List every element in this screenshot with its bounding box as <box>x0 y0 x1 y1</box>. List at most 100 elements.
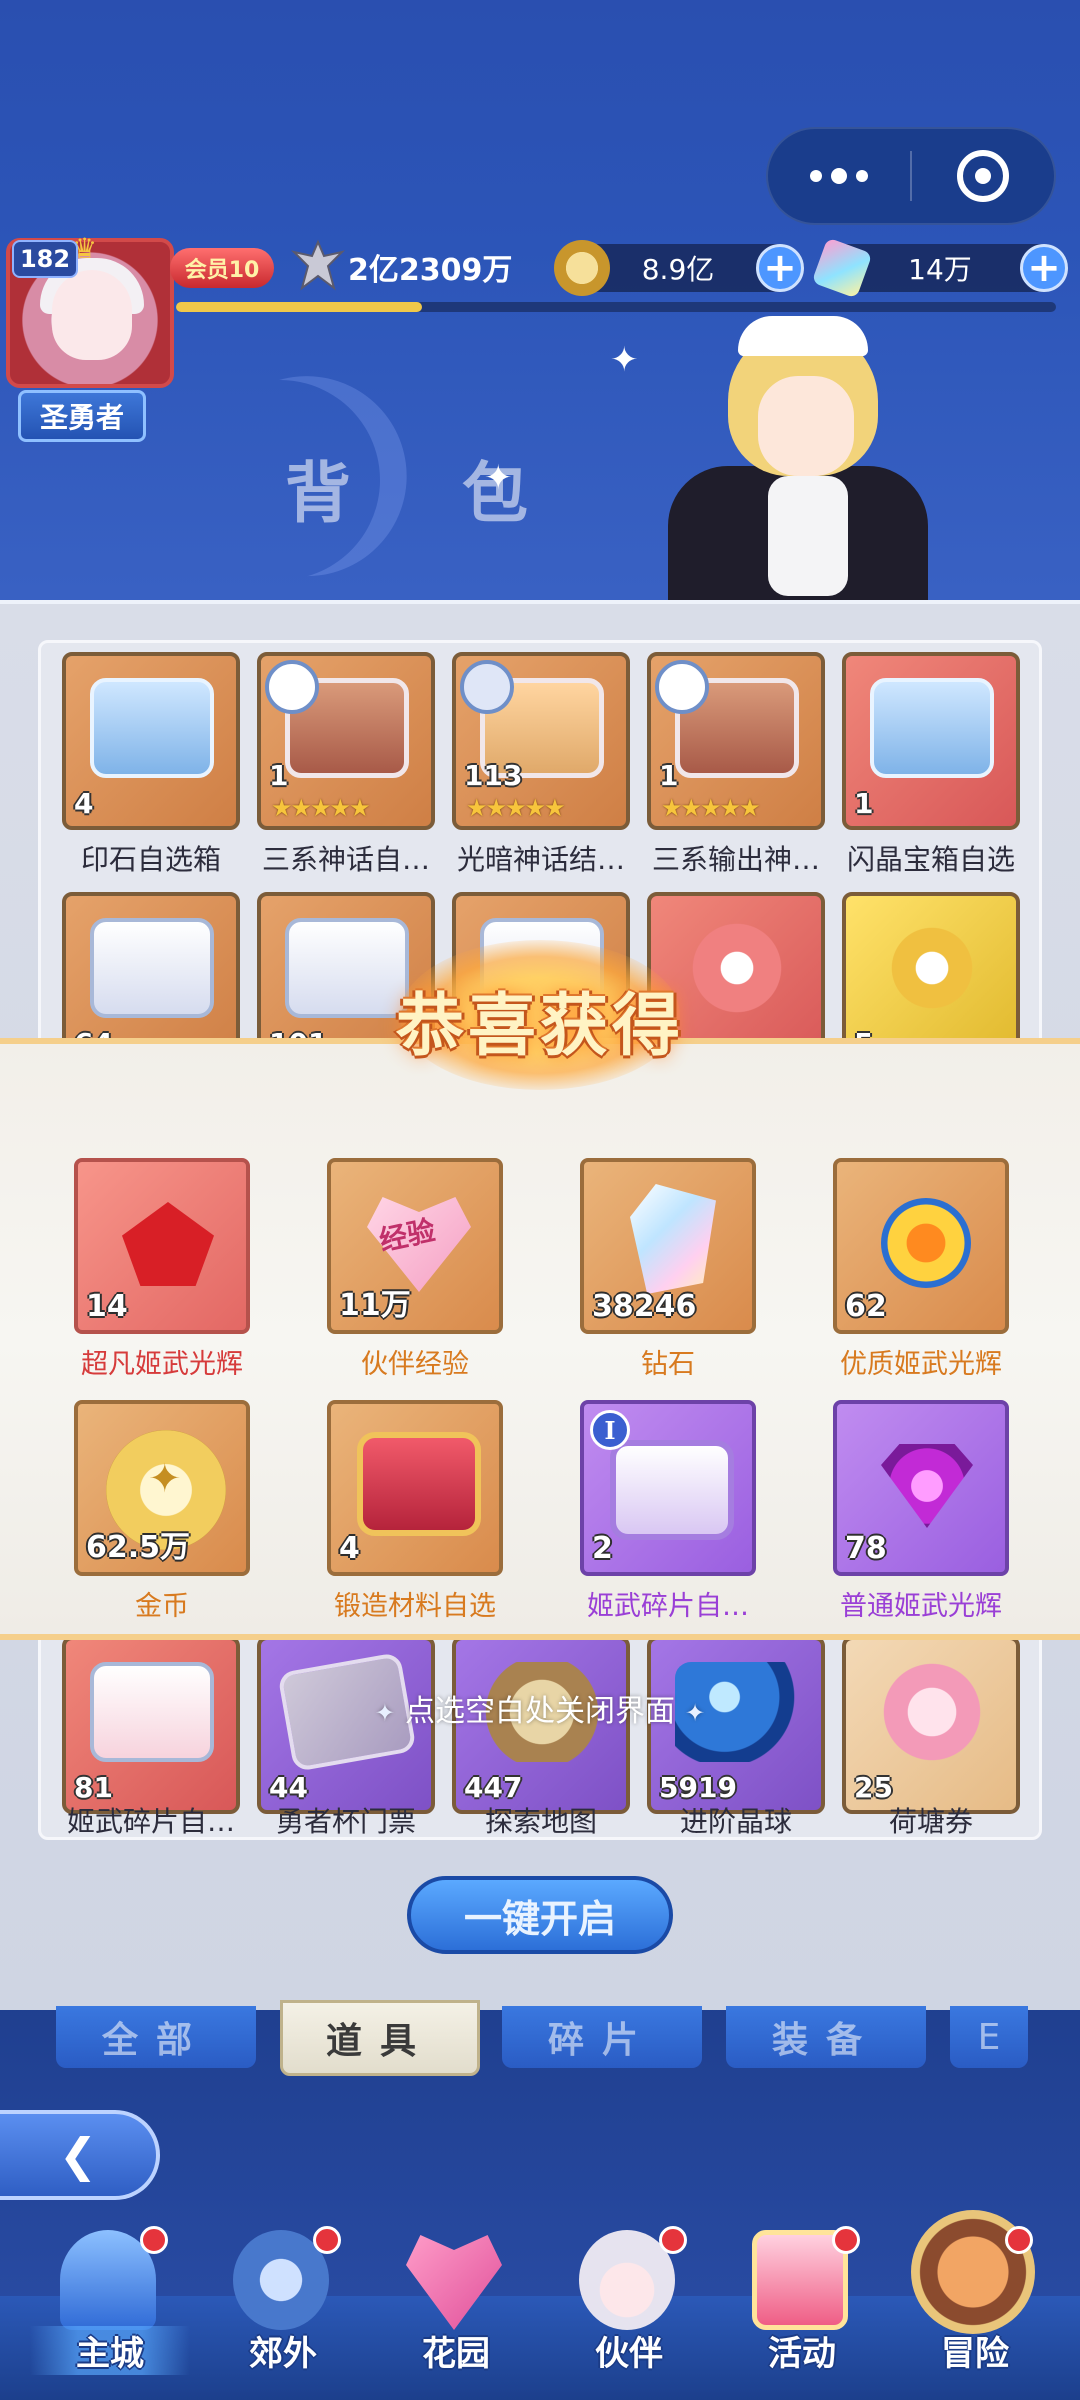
pattern-fragment-icon <box>870 918 994 1018</box>
avatar-face <box>52 270 132 360</box>
bag-item[interactable]: 4 <box>62 652 240 830</box>
bag-item[interactable]: 113 ★★★★★ <box>452 652 630 830</box>
reward-item[interactable]: 4 <box>327 1400 503 1576</box>
reward-label: 优质姬武光辉 <box>840 1349 1002 1380</box>
item-label: 三系神话自… <box>261 843 430 876</box>
reward-count: 11万 <box>339 1288 411 1323</box>
reward-label: 伙伴经验 <box>361 1349 469 1380</box>
tab-more[interactable]: E <box>950 2006 1028 2068</box>
player-title-tag[interactable]: 圣勇者 <box>18 390 146 442</box>
reward-item[interactable]: 62 <box>833 1158 1009 1334</box>
close-hint-text[interactable]: 点选空白处关闭界面 <box>290 1686 790 1730</box>
sparkle-icon: ✦ <box>484 458 513 498</box>
reward-label: 钻石 <box>641 1349 695 1380</box>
chest-icon <box>870 678 994 778</box>
target-icon <box>956 150 1009 202</box>
combat-power-icon <box>290 239 346 291</box>
reward-count: 38246 <box>592 1289 697 1324</box>
nav-partner[interactable]: 伙伴 <box>549 2226 699 2400</box>
element-badge-icon <box>655 660 709 714</box>
reward-label: 姬武碎片自… <box>587 1591 749 1622</box>
item-label: 三系输出神… <box>651 843 820 876</box>
reward-label: 锻造材料自选 <box>334 1591 496 1622</box>
more-menu-button[interactable] <box>768 129 910 223</box>
nav-label: 伙伴 <box>595 2334 663 2374</box>
reward-item[interactable]: 38246 <box>580 1158 756 1334</box>
item-label: 姬武碎片自… <box>66 1805 235 1838</box>
add-gem-button[interactable]: + <box>1020 244 1068 292</box>
chest-icon <box>90 678 214 778</box>
reward-item[interactable]: 14 <box>74 1158 250 1334</box>
item-count: 4 <box>74 787 94 820</box>
nav-label: 冒险 <box>941 2334 1009 2374</box>
bag-item[interactable]: 25 <box>842 1636 1020 1814</box>
reward-count: 62.5万 <box>86 1530 191 1565</box>
forge-chest-icon <box>357 1432 481 1536</box>
heart-garden-icon <box>406 2235 502 2330</box>
exp-progress-bar <box>176 302 1056 312</box>
nav-main-city[interactable]: 主城 <box>30 2226 190 2400</box>
reward-item[interactable]: 78 <box>833 1400 1009 1576</box>
gem-currency: 14万 + <box>811 237 1068 299</box>
star-rating: ★★★★★ <box>661 794 761 822</box>
item-label: 印石自选箱 <box>80 843 221 876</box>
nav-suburb[interactable]: 郊外 <box>203 2226 353 2400</box>
reward-item[interactable]: ✦ 62.5万 <box>74 1400 250 1576</box>
player-level: 182 <box>12 240 78 278</box>
bag-item[interactable]: 1 ★★★★★ <box>647 652 825 830</box>
notification-dot <box>832 2226 860 2254</box>
vip-badge[interactable]: 会员10 <box>170 248 274 288</box>
nav-garden[interactable]: 花园 <box>376 2230 526 2400</box>
back-button[interactable]: ❮ <box>0 2110 160 2200</box>
nav-label: 活动 <box>768 2334 836 2374</box>
tab-items[interactable]: 道具 <box>280 2000 480 2076</box>
exp-progress-fill <box>176 302 423 312</box>
glory-gem-icon <box>881 1198 971 1288</box>
notification-dot <box>313 2226 341 2254</box>
gold-currency: 8.9亿 + <box>554 240 804 296</box>
box-icon <box>90 918 214 1018</box>
reward-label: 超凡姬武光辉 <box>81 1349 243 1380</box>
bag-item[interactable]: 1 <box>842 652 1020 830</box>
diamond-icon <box>630 1184 716 1294</box>
nav-label: 郊外 <box>249 2334 317 2374</box>
ruby-gem-icon <box>122 1202 214 1286</box>
reward-title-banner: 恭喜获得 <box>340 940 740 1090</box>
reward-count: 4 <box>339 1531 360 1566</box>
item-count: 1 <box>269 759 289 792</box>
reward-count: 2 <box>592 1531 613 1566</box>
reward-label: 金币 <box>135 1591 189 1622</box>
bag-item[interactable]: 81 <box>62 1636 240 1814</box>
item-label: 探索地图 <box>484 1805 597 1838</box>
item-label: 勇者杯门票 <box>275 1805 416 1838</box>
tab-equipment[interactable]: 装备 <box>726 2006 926 2068</box>
notification-dot <box>659 2226 687 2254</box>
tier-badge: I <box>590 1410 630 1450</box>
bag-item[interactable]: 1 ★★★★★ <box>257 652 435 830</box>
tab-fragments[interactable]: 碎片 <box>502 2006 702 2068</box>
nav-label: 花园 <box>422 2334 490 2374</box>
nav-activity[interactable]: 活动 <box>722 2226 872 2400</box>
nav-adventure[interactable]: 冒险 <box>895 2210 1045 2400</box>
item-label: 荷塘券 <box>888 1805 973 1838</box>
open-all-button[interactable]: 一键开启 <box>407 1876 673 1954</box>
star-rating: ★★★★★ <box>466 794 566 822</box>
reward-label: 普通姬武光辉 <box>840 1591 1002 1622</box>
reward-count: 62 <box>845 1289 887 1324</box>
coin-star-icon: ✦ <box>148 1456 182 1502</box>
page-title: 背 包 <box>285 455 572 532</box>
item-label: 光暗神话结… <box>456 843 625 876</box>
add-gold-button[interactable]: + <box>756 244 804 292</box>
reward-item[interactable]: 经验 11万 <box>327 1158 503 1334</box>
tab-all[interactable]: 全部 <box>56 2006 256 2068</box>
reward-item[interactable]: I 2 <box>580 1400 756 1576</box>
reward-count: 14 <box>86 1289 128 1324</box>
notification-dot <box>140 2226 168 2254</box>
notification-dot <box>1005 2226 1033 2254</box>
back-arrow-icon: ❮ <box>58 2128 98 2182</box>
item-label: 闪晶宝箱自选 <box>846 843 1015 876</box>
item-label: 进阶晶球 <box>679 1805 792 1838</box>
reward-count: 78 <box>845 1531 887 1566</box>
close-miniprogram-button[interactable] <box>912 150 1054 202</box>
star-rating: ★★★★★ <box>271 794 371 822</box>
